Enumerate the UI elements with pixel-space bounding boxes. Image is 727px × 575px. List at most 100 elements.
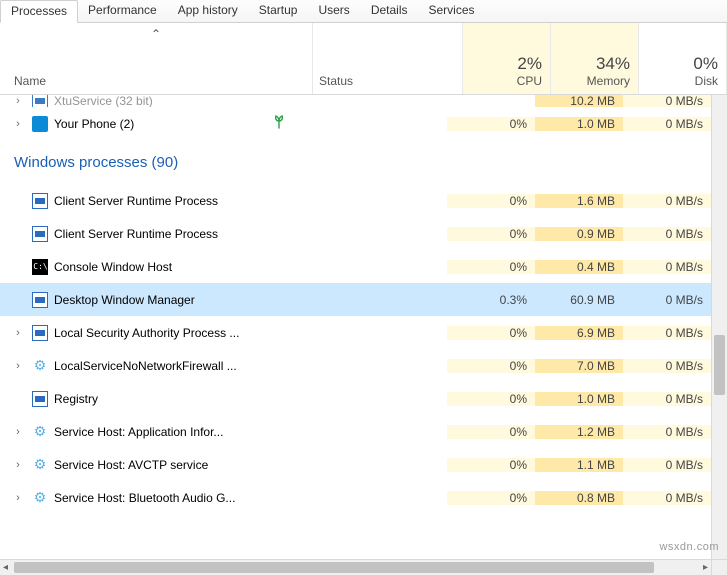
mem-cell: 60.9 MB xyxy=(535,293,623,307)
disk-cell: 0 MB/s xyxy=(623,458,711,472)
mem-cell: 1.0 MB xyxy=(535,392,623,406)
process-name-cell[interactable]: ›⚙Service Host: Bluetooth Audio G... xyxy=(0,490,297,506)
process-row[interactable]: Client Server Runtime Process0%1.6 MB0 M… xyxy=(0,184,711,217)
column-header-memory[interactable]: 34% Memory xyxy=(551,23,639,94)
column-header-status[interactable]: Status xyxy=(313,23,463,94)
window-icon xyxy=(32,391,48,407)
tab-users[interactable]: Users xyxy=(308,0,360,22)
cpu-cell: 0% xyxy=(447,392,535,406)
cpu-cell: 0% xyxy=(447,117,535,131)
leaf-icon xyxy=(273,115,285,132)
gear-icon: ⚙ xyxy=(32,424,48,440)
vertical-scroll-thumb[interactable] xyxy=(714,335,725,395)
expand-icon[interactable]: › xyxy=(10,95,26,107)
process-row[interactable]: Client Server Runtime Process0%0.9 MB0 M… xyxy=(0,217,711,250)
disk-cell: 0 MB/s xyxy=(623,117,711,131)
process-name-label: XtuService (32 bit) xyxy=(54,95,153,107)
disk-cell: 0 MB/s xyxy=(623,425,711,439)
disk-cell: 0 MB/s xyxy=(623,95,711,107)
process-name-cell[interactable]: › XtuService (32 bit) xyxy=(0,95,297,107)
process-name-cell[interactable]: ›Local Security Authority Process ... xyxy=(0,325,297,341)
process-row[interactable]: ›Local Security Authority Process ...0%6… xyxy=(0,316,711,349)
process-row[interactable]: Desktop Window Manager 0.3%60.9 MB0 MB/s xyxy=(0,283,711,316)
cpu-cell: 0.3% xyxy=(447,293,535,307)
disk-cell: 0 MB/s xyxy=(623,359,711,373)
vertical-scrollbar[interactable] xyxy=(711,95,727,559)
process-row[interactable]: ›⚙Service Host: Application Infor...0%1.… xyxy=(0,415,711,448)
gear-icon: ⚙ xyxy=(32,358,48,374)
process-row[interactable]: › Your Phone (2) 0%1.0 MB0 MB/s xyxy=(0,107,711,140)
process-grid[interactable]: ›XtuService (32 bit)10.2 MB0 MB/s›Your P… xyxy=(0,95,711,559)
expand-icon[interactable]: › xyxy=(10,459,26,471)
process-name-label: Client Server Runtime Process xyxy=(54,227,218,241)
horizontal-scrollbar[interactable]: ◂ ▸ xyxy=(0,559,711,575)
mem-cell: 1.6 MB xyxy=(535,194,623,208)
process-name-cell[interactable]: ›⚙Service Host: AVCTP service xyxy=(0,457,297,473)
gear-icon: ⚙ xyxy=(32,490,48,506)
scroll-right-icon[interactable]: ▸ xyxy=(703,562,708,573)
disk-cell: 0 MB/s xyxy=(623,260,711,274)
process-name-cell[interactable]: C:\Console Window Host xyxy=(0,259,297,275)
tab-services[interactable]: Services xyxy=(419,0,486,22)
tab-performance[interactable]: Performance xyxy=(78,0,168,22)
expand-icon[interactable]: › xyxy=(10,492,26,504)
process-row[interactable]: ›⚙Service Host: AVCTP service0%1.1 MB0 M… xyxy=(0,448,711,481)
mem-cell: 0.8 MB xyxy=(535,491,623,505)
cpu-label: CPU xyxy=(517,74,542,88)
scrollbar-corner xyxy=(711,559,727,575)
tab-processes[interactable]: Processes xyxy=(0,0,78,23)
process-row[interactable]: ›XtuService (32 bit)10.2 MB0 MB/s xyxy=(0,95,711,107)
process-name-cell[interactable]: Desktop Window Manager xyxy=(0,292,297,308)
scroll-left-icon[interactable]: ◂ xyxy=(3,562,8,573)
process-name-cell[interactable]: Client Server Runtime Process xyxy=(0,193,297,209)
column-name-label: Name xyxy=(14,74,46,88)
process-row[interactable]: C:\Console Window Host0%0.4 MB0 MB/s xyxy=(0,250,711,283)
mem-cell: 1.0 MB xyxy=(535,117,623,131)
expand-icon[interactable]: › xyxy=(10,327,26,339)
process-name-label: Client Server Runtime Process xyxy=(54,194,218,208)
group-header-windows-processes[interactable]: Windows processes (90) xyxy=(0,140,297,184)
column-status-label: Status xyxy=(319,74,353,88)
process-row[interactable]: Registry0%1.0 MB0 MB/s xyxy=(0,382,711,415)
process-name-cell[interactable]: › Your Phone (2) xyxy=(0,115,297,132)
memory-percent: 34% xyxy=(596,54,630,74)
column-header-name[interactable]: ⌃ Name xyxy=(0,23,313,94)
disk-cell: 0 MB/s xyxy=(623,194,711,208)
cpu-cell: 0% xyxy=(447,425,535,439)
window-icon xyxy=(32,226,48,242)
expand-icon[interactable]: › xyxy=(10,118,26,130)
process-name-label: Console Window Host xyxy=(54,260,172,274)
process-name-cell[interactable]: Client Server Runtime Process xyxy=(0,226,297,242)
disk-label: Disk xyxy=(695,74,718,88)
process-name-cell[interactable]: › ⚙ Service Host: Application Infor... xyxy=(0,424,297,440)
cpu-cell: 0% xyxy=(447,227,535,241)
process-name-cell[interactable]: › ⚙ LocalServiceNoNetworkFirewall ... xyxy=(0,358,297,374)
process-name-label: Your Phone (2) xyxy=(54,117,134,131)
disk-cell: 0 MB/s xyxy=(623,293,711,307)
tab-details[interactable]: Details xyxy=(361,0,419,22)
process-name-cell[interactable]: Registry xyxy=(0,391,297,407)
disk-cell: 0 MB/s xyxy=(623,491,711,505)
group-header-row[interactable]: Windows processes (90) xyxy=(0,140,711,184)
cpu-cell: 0% xyxy=(447,491,535,505)
process-name-label: Service Host: AVCTP service xyxy=(54,458,208,472)
tab-app-history[interactable]: App history xyxy=(168,0,249,22)
cpu-cell: 0% xyxy=(447,359,535,373)
expand-icon[interactable]: › xyxy=(10,426,26,438)
app-icon xyxy=(32,116,48,132)
tab-startup[interactable]: Startup xyxy=(249,0,309,22)
mem-cell: 1.1 MB xyxy=(535,458,623,472)
column-header: ⌃ Name Status 2% CPU 34% Memory 0% Disk xyxy=(0,23,727,95)
horizontal-scroll-thumb[interactable] xyxy=(14,562,654,573)
disk-cell: 0 MB/s xyxy=(623,326,711,340)
sort-indicator-icon: ⌃ xyxy=(151,27,161,41)
process-name-label: Desktop Window Manager xyxy=(54,293,195,307)
expand-icon[interactable]: › xyxy=(10,360,26,372)
process-row[interactable]: ›⚙Service Host: Bluetooth Audio G...0%0.… xyxy=(0,481,711,514)
process-row[interactable]: ›⚙LocalServiceNoNetworkFirewall ...0%7.0… xyxy=(0,349,711,382)
column-header-disk[interactable]: 0% Disk xyxy=(639,23,727,94)
column-header-cpu[interactable]: 2% CPU xyxy=(463,23,551,94)
process-name-label: LocalServiceNoNetworkFirewall ... xyxy=(54,359,237,373)
process-name-label: Service Host: Application Infor... xyxy=(54,425,223,439)
cpu-percent: 2% xyxy=(517,54,542,74)
